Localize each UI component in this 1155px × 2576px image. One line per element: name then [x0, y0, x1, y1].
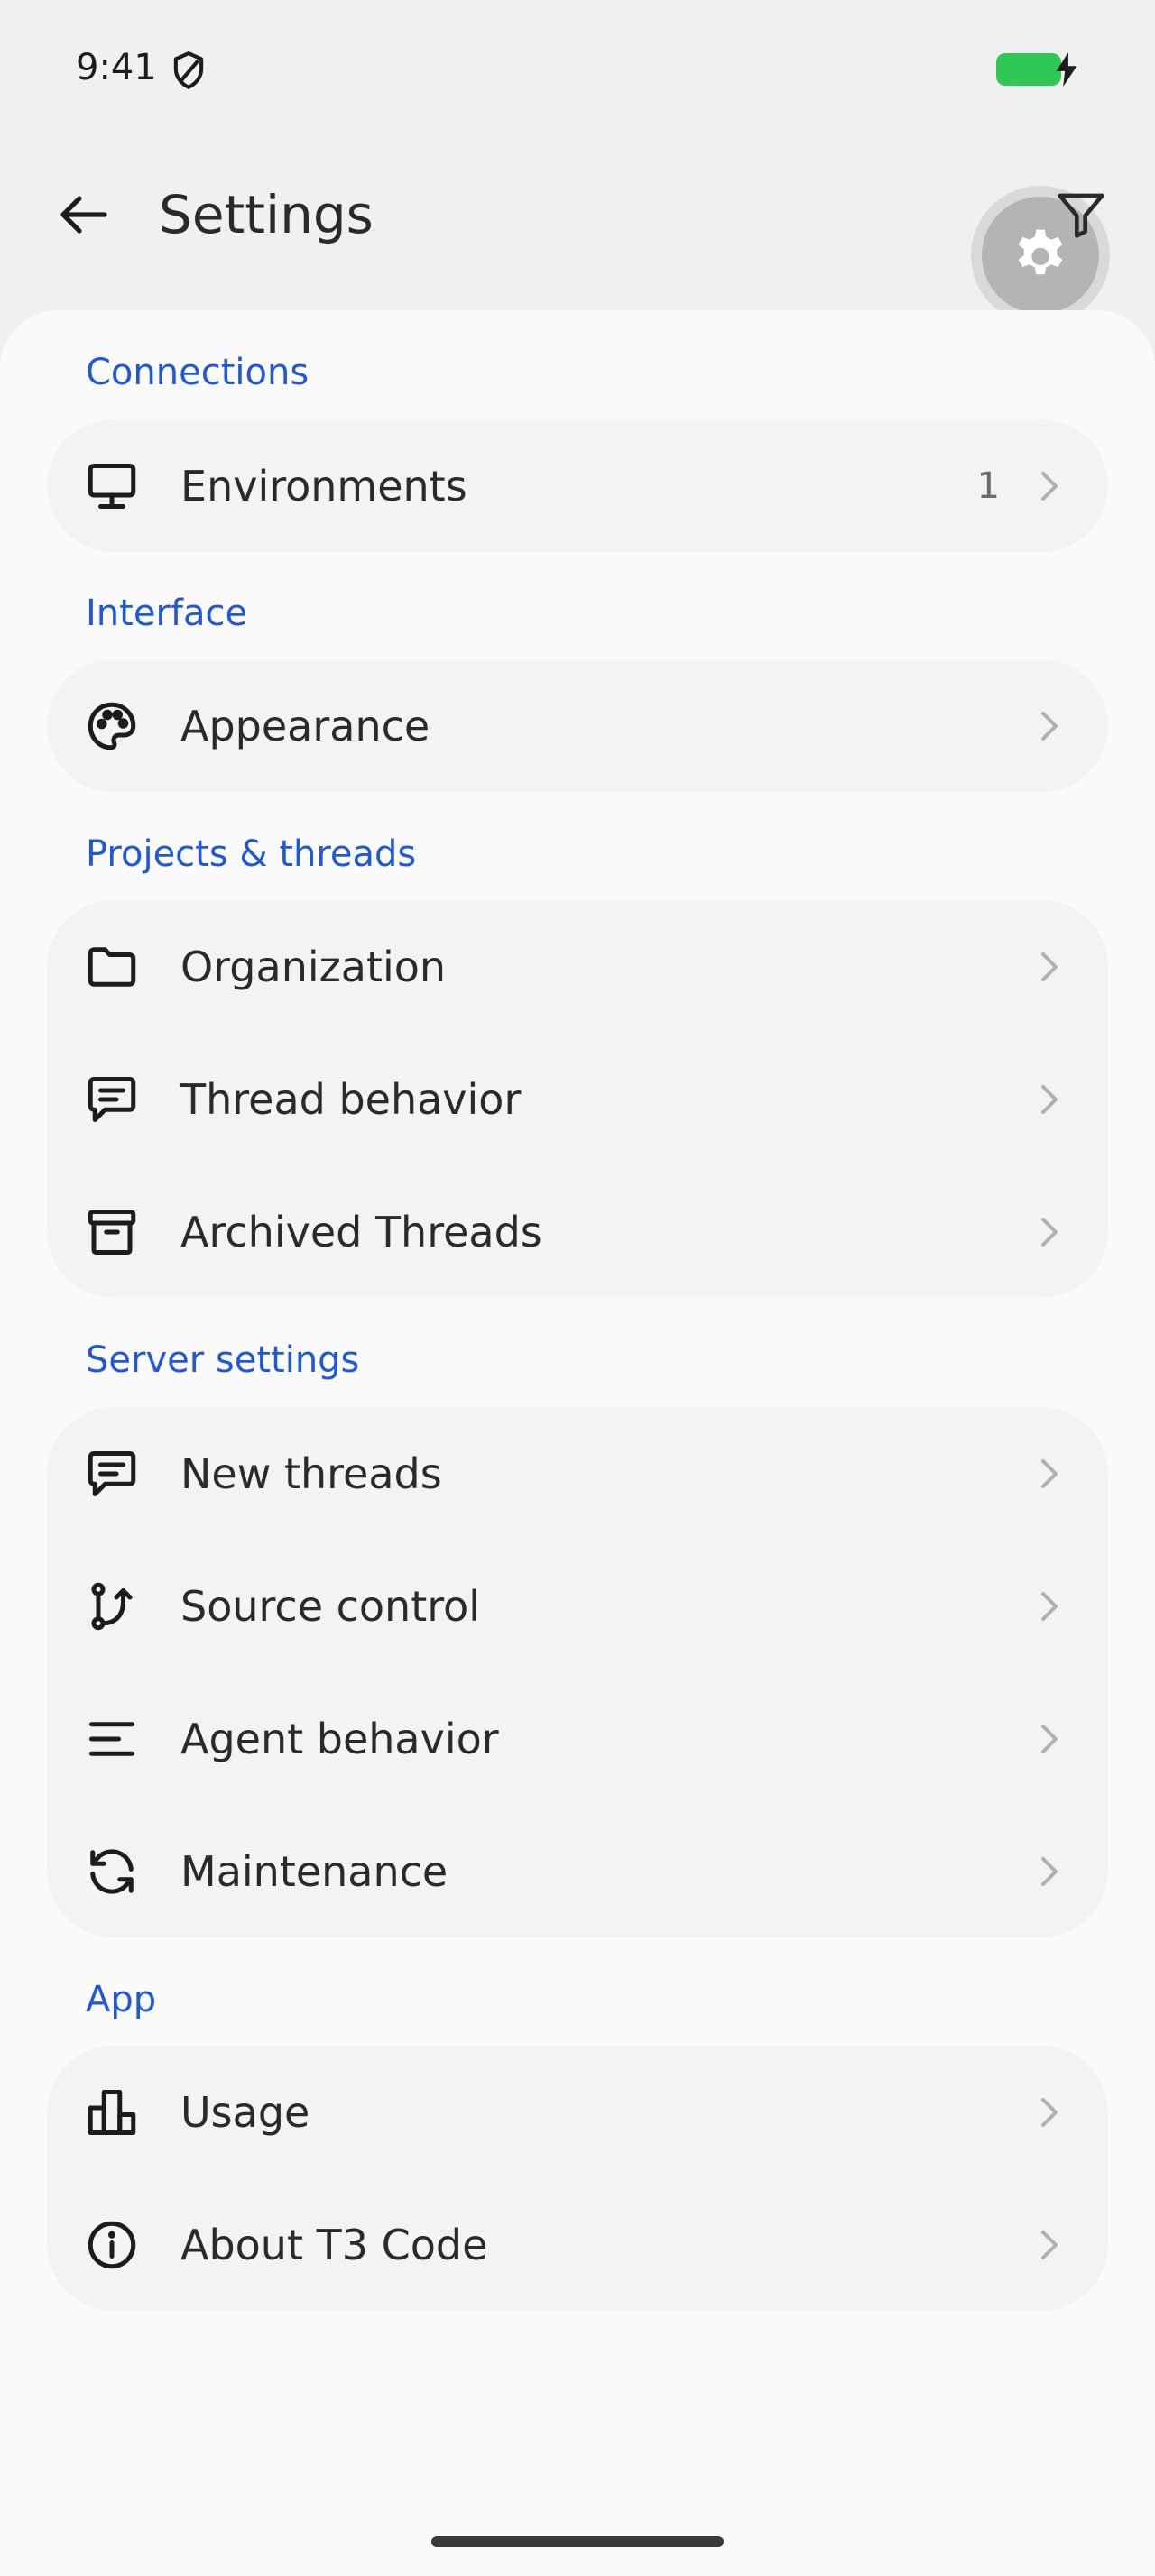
filter-icon	[1056, 189, 1106, 240]
row-source-control[interactable]: Source control	[47, 1540, 1108, 1672]
group-interface: Appearance	[47, 659, 1108, 792]
chevron-right-icon	[1040, 949, 1059, 985]
group-server: New threads Source control Agent behavio…	[47, 1407, 1108, 1937]
section-label-connections: Connections	[86, 352, 310, 393]
palette-icon	[85, 699, 139, 753]
align-left-icon	[85, 1712, 139, 1766]
monitor-icon	[85, 459, 139, 513]
row-label: Archived Threads	[180, 1207, 542, 1256]
row-organization[interactable]: Organization	[47, 900, 1108, 1033]
refresh-icon	[85, 1845, 139, 1899]
row-label: Maintenance	[180, 1846, 448, 1896]
group-connections: Environments 1	[47, 419, 1108, 552]
chevron-right-icon	[1040, 2094, 1059, 2130]
archive-icon	[85, 1205, 139, 1259]
chevron-right-icon	[1040, 1456, 1059, 1492]
chevron-right-icon	[1040, 1588, 1059, 1624]
row-new-threads[interactable]: New threads	[47, 1407, 1108, 1540]
chevron-right-icon	[1040, 468, 1059, 504]
count-badge: 1	[976, 465, 1000, 507]
row-label: Environments	[180, 461, 467, 511]
chevron-right-icon	[1040, 1854, 1059, 1890]
git-branch-icon	[85, 1579, 139, 1633]
back-button[interactable]	[56, 188, 110, 242]
folder-icon	[85, 940, 139, 994]
row-archived-threads[interactable]: Archived Threads	[47, 1165, 1108, 1298]
shield-icon	[171, 51, 206, 90]
section-label-app: App	[86, 1979, 157, 2020]
row-label: About T3 Code	[180, 2220, 488, 2269]
row-label: New threads	[180, 1449, 442, 1498]
chevron-right-icon	[1040, 1721, 1059, 1757]
row-thread-behavior[interactable]: Thread behavior	[47, 1033, 1108, 1165]
row-usage[interactable]: Usage	[47, 2046, 1108, 2178]
section-label-server: Server settings	[86, 1339, 360, 1381]
row-appearance[interactable]: Appearance	[47, 659, 1108, 792]
status-bar: 9:41	[0, 0, 1155, 135]
group-projects: Organization Thread behavior Archived Th…	[47, 900, 1108, 1298]
group-app: Usage About T3 Code	[47, 2046, 1108, 2311]
row-label: Thread behavior	[180, 1074, 522, 1124]
bar-chart-icon	[85, 2085, 139, 2139]
chevron-right-icon	[1040, 708, 1059, 744]
charging-bolt-icon	[1054, 52, 1079, 87]
row-label: Usage	[180, 2087, 310, 2137]
row-label: Appearance	[180, 701, 430, 750]
row-label: Source control	[180, 1581, 481, 1631]
status-time: 9:41	[76, 47, 157, 88]
chat-icon	[85, 1072, 139, 1127]
battery-indicator	[996, 53, 1061, 86]
chevron-right-icon	[1040, 1214, 1059, 1250]
section-label-interface: Interface	[86, 593, 248, 634]
arrow-left-icon	[58, 193, 108, 236]
filter-button[interactable]	[1056, 189, 1106, 240]
chevron-right-icon	[1040, 2227, 1059, 2263]
page-title: Settings	[159, 184, 374, 245]
row-agent-behavior[interactable]: Agent behavior	[47, 1672, 1108, 1805]
row-maintenance[interactable]: Maintenance	[47, 1805, 1108, 1937]
row-environments[interactable]: Environments 1	[47, 419, 1108, 552]
home-indicator	[431, 2536, 724, 2547]
row-label: Agent behavior	[180, 1714, 499, 1763]
section-label-projects: Projects & threads	[86, 833, 417, 875]
row-about[interactable]: About T3 Code	[47, 2178, 1108, 2311]
chat-icon	[85, 1447, 139, 1501]
info-icon	[85, 2218, 139, 2272]
row-label: Organization	[180, 942, 447, 991]
chevron-right-icon	[1040, 1081, 1059, 1118]
